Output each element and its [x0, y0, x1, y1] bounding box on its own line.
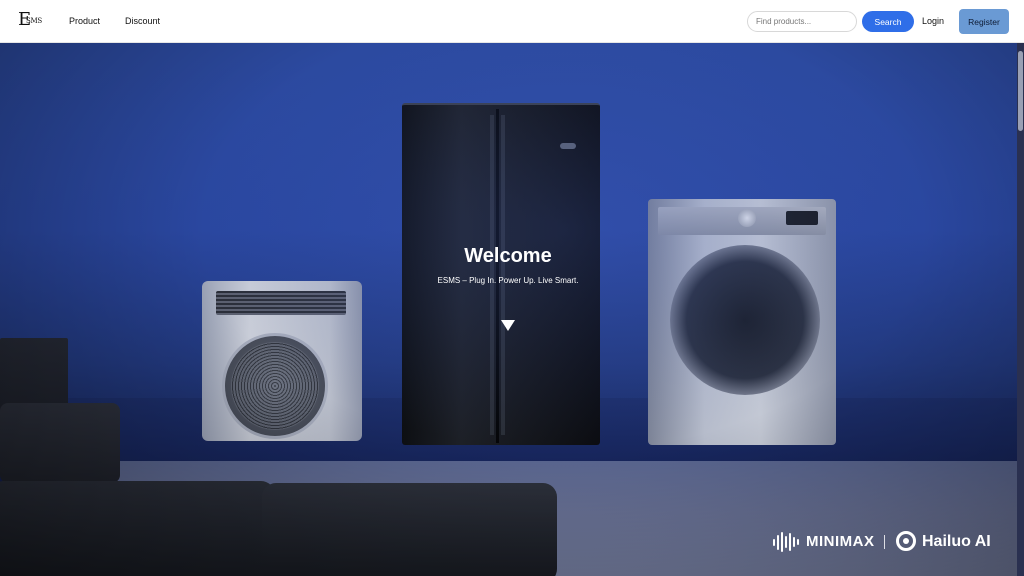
search-button[interactable]: Search	[862, 11, 914, 32]
hailuo-logo-icon	[896, 531, 916, 551]
login-link[interactable]: Login	[922, 16, 944, 26]
register-button[interactable]: Register	[959, 9, 1009, 34]
watermark-hailuo: Hailuo AI	[922, 533, 991, 550]
hero-banner: Welcome ESMS – Plug In. Power Up. Live S…	[0, 43, 1024, 576]
search-input[interactable]	[747, 11, 857, 32]
page-scrollbar[interactable]	[1017, 43, 1024, 576]
watermark-separator	[884, 535, 885, 549]
scrollbar-thumb[interactable]	[1018, 51, 1023, 131]
nav-product-link[interactable]: Product	[69, 16, 100, 26]
nav-discount-link[interactable]: Discount	[125, 16, 160, 26]
hero-tagline: ESMS – Plug In. Power Up. Live Smart.	[437, 276, 579, 285]
minimax-wave-icon	[773, 532, 799, 552]
hero-title: Welcome	[464, 245, 552, 267]
logo-text: SMS	[26, 17, 42, 25]
watermark-minimax: MINIMAX	[806, 533, 875, 550]
brand-logo[interactable]: E SMS	[18, 9, 44, 32]
top-navbar: E SMS Product Discount Search Login Regi…	[0, 0, 1024, 43]
triangle-down-icon[interactable]	[501, 320, 515, 331]
hero-vignette	[0, 43, 1024, 576]
